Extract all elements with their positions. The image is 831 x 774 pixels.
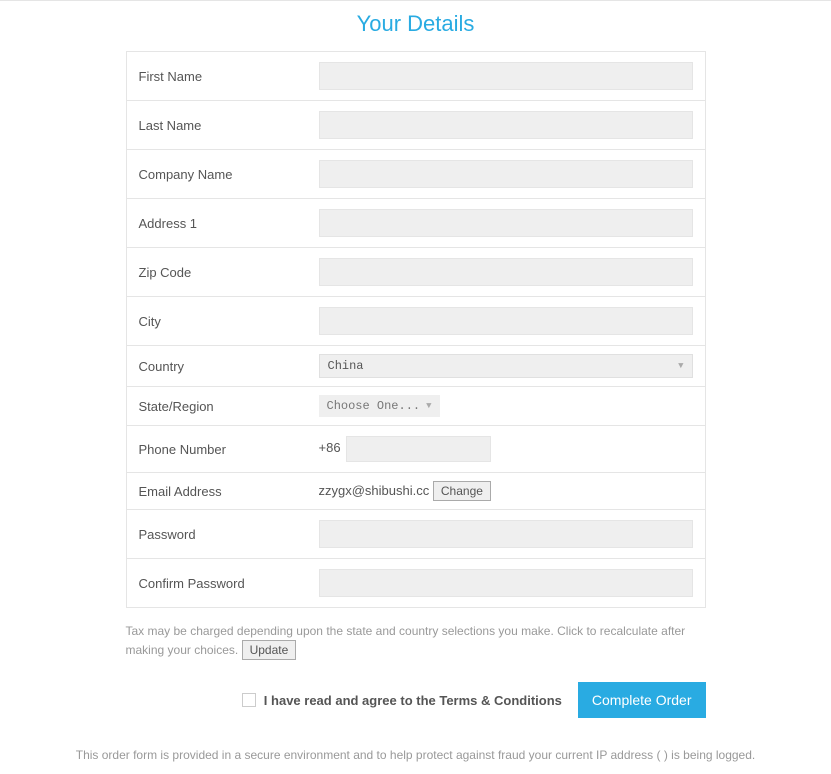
update-button[interactable]: Update: [242, 640, 297, 660]
agree-terms-label[interactable]: I have read and agree to the Terms & Con…: [242, 693, 562, 708]
address1-label: Address 1: [139, 216, 319, 231]
zip-label: Zip Code: [139, 265, 319, 280]
company-name-input[interactable]: [319, 160, 693, 188]
email-value: zzygx@shibushi.cc: [319, 483, 430, 498]
chevron-down-icon: ▼: [678, 361, 683, 371]
state-select[interactable]: Choose One... ▼: [319, 395, 440, 417]
password-input[interactable]: [319, 520, 693, 548]
tax-note-text: Tax may be charged depending upon the st…: [126, 624, 686, 657]
state-label: State/Region: [139, 399, 319, 414]
state-value: Choose One...: [327, 399, 421, 413]
change-email-button[interactable]: Change: [433, 481, 491, 501]
footer-left: This order form is provided in a secure …: [76, 748, 661, 762]
agree-terms-checkbox[interactable]: [242, 693, 256, 707]
last-name-input[interactable]: [319, 111, 693, 139]
footer-right: ) is being logged.: [664, 748, 755, 762]
address1-input[interactable]: [319, 209, 693, 237]
first-name-label: First Name: [139, 69, 319, 84]
phone-label: Phone Number: [139, 442, 319, 457]
last-name-label: Last Name: [139, 118, 319, 133]
password-label: Password: [139, 527, 319, 542]
country-select[interactable]: China ▼: [319, 354, 693, 378]
city-label: City: [139, 314, 319, 329]
zip-input[interactable]: [319, 258, 693, 286]
phone-prefix: +86: [319, 440, 341, 455]
complete-order-button[interactable]: Complete Order: [578, 682, 706, 718]
confirm-password-label: Confirm Password: [139, 576, 319, 591]
city-input[interactable]: [319, 307, 693, 335]
country-value: China: [328, 359, 364, 373]
country-label: Country: [139, 359, 319, 374]
chevron-down-icon: ▼: [426, 401, 431, 411]
section-title: Your Details: [0, 7, 831, 51]
email-label: Email Address: [139, 484, 319, 499]
phone-input[interactable]: [346, 436, 491, 462]
details-form: First Name Last Name Company Name Addres…: [126, 51, 706, 608]
confirm-password-input[interactable]: [319, 569, 693, 597]
tax-note: Tax may be charged depending upon the st…: [126, 622, 706, 660]
first-name-input[interactable]: [319, 62, 693, 90]
company-name-label: Company Name: [139, 167, 319, 182]
footer-note: This order form is provided in a secure …: [0, 748, 831, 774]
agree-terms-text: I have read and agree to the Terms & Con…: [264, 693, 562, 708]
